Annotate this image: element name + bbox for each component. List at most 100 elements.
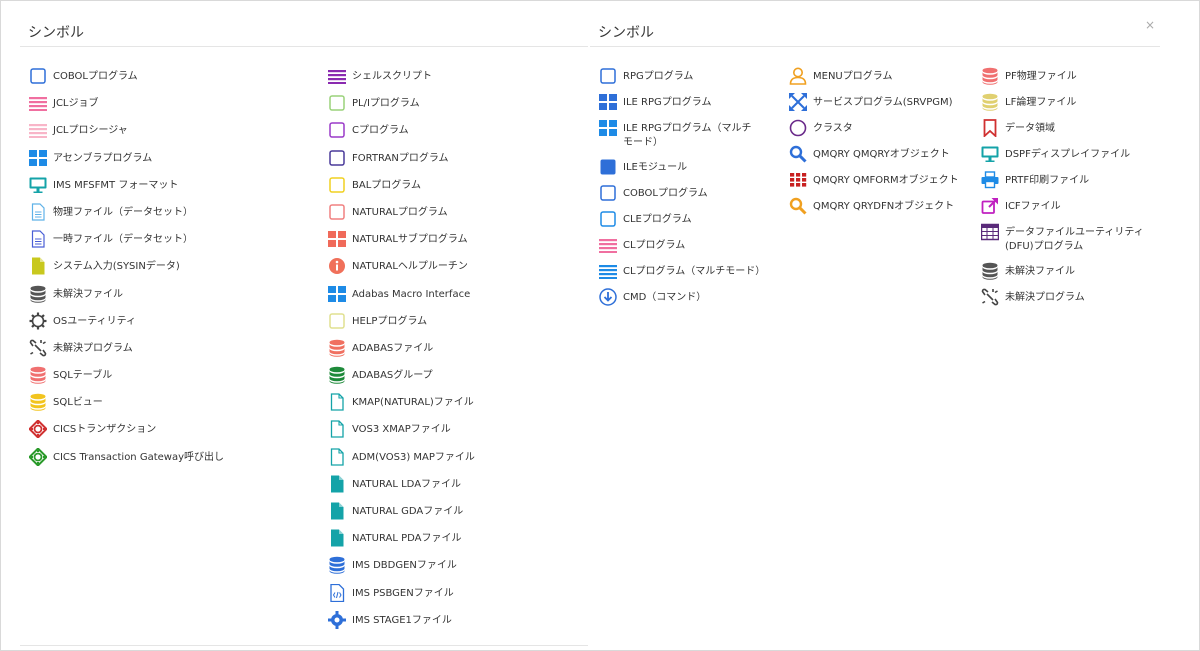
symbol-list-item: QMQRY QMQRYオブジェクト — [788, 145, 959, 174]
symbol-list-item: Cプログラム — [327, 122, 475, 151]
square-outline-icon — [598, 66, 618, 86]
database-icon — [980, 92, 1000, 112]
symbol-label: IMS PSBGENファイル — [352, 587, 454, 599]
divider — [590, 46, 1160, 47]
symbol-label: QMQRY QMQRYオブジェクト — [813, 149, 950, 160]
symbol-list-right-col2: MENUプログラムサービスプログラム(SRVPGM) クラスタ QMQRY QMQR… — [788, 67, 959, 226]
symbol-list-left-col2: シェルスクリプト PL/Iプログラム Cプログラム FORTRANプログラム BALプロ… — [327, 70, 475, 641]
symbol-label: PF物理ファイル — [1005, 71, 1077, 82]
database-icon — [327, 338, 347, 358]
symbol-label: アセンブラプログラム — [53, 152, 153, 164]
printer-icon — [980, 170, 1000, 190]
code-file-icon — [327, 583, 347, 603]
symbol-list-item: CMD（コマンド） — [598, 288, 768, 317]
symbol-label: JCLジョブ — [53, 98, 99, 110]
symbol-list-item: IMS MFSFMT フォーマット — [28, 177, 224, 206]
symbol-list-item: Adabas Macro Interface — [327, 285, 475, 315]
symbol-label: ADABASファイル — [352, 342, 434, 354]
symbol-list-item: 未解決プログラム — [28, 339, 224, 369]
symbol-list-item: ICFファイル — [980, 198, 1150, 226]
symbol-label: SQLビュー — [53, 397, 103, 409]
bottom-divider — [20, 645, 618, 646]
symbol-label: MENUプログラム — [813, 71, 893, 82]
symbol-label: CICSトランザクション — [53, 424, 157, 436]
square-outline-icon — [327, 148, 347, 168]
symbol-label: IMS STAGE1ファイル — [352, 614, 452, 626]
symbol-label: SQLテーブル — [53, 370, 113, 382]
close-button[interactable]: × — [1144, 18, 1156, 32]
dots-grid-icon — [788, 170, 808, 190]
symbol-list-item: 未解決ファイル — [28, 285, 224, 315]
symbol-label: データファイルユーティリティ(DFU)プログラム — [1005, 227, 1144, 252]
symbol-label: QMQRY QRYDFNオブジェクト — [813, 201, 955, 212]
lines-icon — [598, 261, 618, 281]
document-icon — [28, 202, 48, 222]
symbol-list-item: SQLビュー — [28, 393, 224, 423]
symbol-list-item: CLEプログラム — [598, 211, 768, 239]
symbol-label: BALプログラム — [352, 179, 421, 191]
square-outline-icon — [327, 311, 347, 331]
document-filled-icon — [327, 501, 347, 521]
symbol-label: KMAP(NATURAL)ファイル — [352, 397, 474, 409]
symbol-label: NATURAL PDAファイル — [352, 533, 462, 545]
symbol-list-left-col1: COBOLプログラム JCLジョブ JCLプロシージャ アセンブラプログラム IMS M… — [28, 68, 225, 478]
document-filled-icon — [28, 256, 48, 276]
symbol-label: ADABASグループ — [352, 370, 433, 382]
symbol-label: OSユーティリティ — [53, 315, 137, 327]
search-icon — [788, 196, 808, 216]
symbol-list-item: QMQRY QMFORMオブジェクト — [788, 173, 959, 200]
symbol-label: CLプログラム — [623, 240, 686, 251]
symbol-label: ADM(VOS3) MAPファイル — [352, 451, 475, 463]
expand-arrows-icon — [788, 92, 808, 112]
broken-link-icon — [28, 338, 48, 358]
symbol-label: CLEプログラム — [623, 214, 692, 225]
user-icon — [788, 66, 808, 86]
symbol-label: ICFファイル — [1005, 201, 1061, 212]
symbol-list-item: IMS STAGE1ファイル — [327, 610, 475, 641]
database-icon — [327, 555, 347, 575]
database-icon — [28, 284, 48, 304]
database-icon — [980, 261, 1000, 281]
symbol-label: CICS Transaction Gateway呼び出し — [53, 451, 225, 463]
symbol-list-item: CLプログラム — [598, 239, 768, 265]
symbol-list-item: NATURALヘルプルーチン — [327, 258, 475, 287]
database-icon — [980, 66, 1000, 86]
symbol-label: ILEモジュール — [623, 162, 688, 173]
symbol-list-right-col1: RPGプログラム ILE RPGプログラム ILE RPGプログラム（マルチモード）… — [598, 68, 768, 317]
crosshair-icon — [28, 419, 48, 439]
symbol-list-item: 一時ファイル（データセット） — [28, 230, 224, 260]
lines-icon — [28, 93, 48, 113]
symbol-label: NATURALサブプログラム — [352, 234, 468, 246]
search-icon — [788, 144, 808, 164]
divider — [20, 46, 598, 47]
symbol-list-item: NATURAL PDAファイル — [327, 529, 475, 559]
symbol-label: NATURALヘルプルーチン — [352, 261, 468, 273]
crosshair-icon — [28, 447, 48, 467]
circle-outline-icon — [788, 118, 808, 138]
symbol-label: サービスプログラム(SRVPGM) — [813, 97, 953, 108]
broken-link-icon — [980, 287, 1000, 307]
database-icon — [327, 365, 347, 385]
symbol-list-item: SQLテーブル — [28, 366, 224, 396]
symbol-label: システム入力(SYSINデータ) — [53, 261, 180, 273]
symbol-label: IMS MFSFMT フォーマット — [53, 179, 179, 191]
symbol-list-item: HELPプログラム — [327, 312, 475, 342]
symbol-label: CLプログラム（マルチモード） — [623, 266, 766, 277]
external-link-icon — [980, 196, 1000, 216]
symbol-list-item: アセンブラプログラム — [28, 149, 224, 179]
symbol-list-item: FORTRANプログラム — [327, 149, 475, 179]
symbol-label: NATURAL LDAファイル — [352, 478, 462, 490]
gear-outline-icon — [28, 311, 48, 331]
symbol-list-item: CICSトランザクション — [28, 420, 224, 450]
symbol-label: RPGプログラム — [623, 71, 694, 82]
symbol-label: シェルスクリプト — [352, 71, 432, 82]
symbol-label: JCLプロシージャ — [53, 125, 128, 137]
lines-icon — [28, 120, 48, 140]
symbol-label: NATURAL GDAファイル — [352, 506, 464, 517]
symbols-panel-right: シンボル RPGプログラム ILE RPGプログラム ILE RPGプログラム（マル… — [588, 0, 1200, 651]
symbol-label: DSPFディスプレイファイル — [1005, 149, 1131, 160]
symbol-list-item: クラスタ — [788, 119, 959, 148]
symbol-label: COBOLプログラム — [623, 188, 708, 199]
document-icon — [28, 229, 48, 249]
symbol-list-item: NATURAL LDAファイル — [327, 475, 475, 505]
